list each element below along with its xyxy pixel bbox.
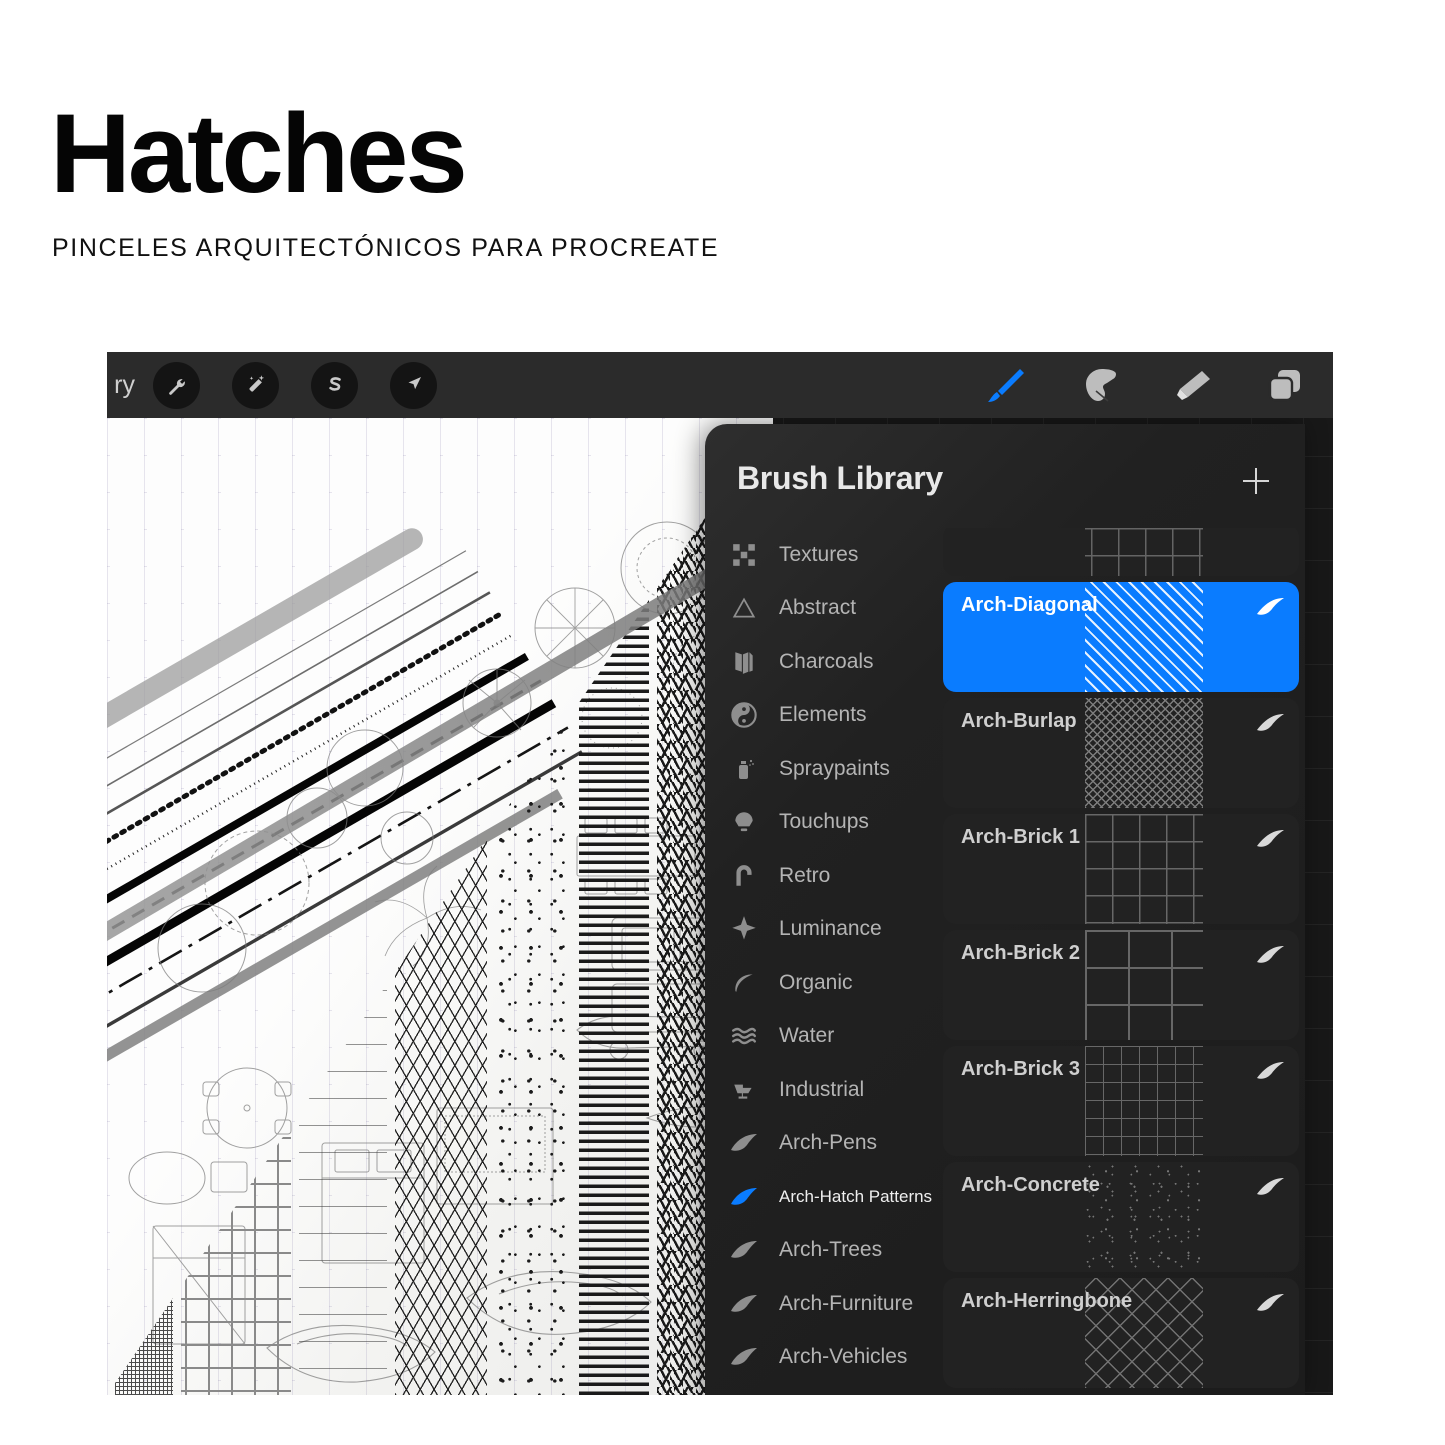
spraycan-icon bbox=[723, 754, 765, 784]
toolbar-left-group: ry bbox=[107, 352, 469, 418]
brush-row-arch-herringbone[interactable]: Arch-Herringbone bbox=[943, 1278, 1299, 1388]
sidebar-item-abstract[interactable]: Abstract bbox=[705, 582, 937, 636]
brush-thumbnail-diagonal bbox=[1085, 582, 1203, 692]
drawing-canvas[interactable] bbox=[107, 418, 773, 1395]
adjustments-wand-icon[interactable] bbox=[232, 361, 279, 409]
sidebar-item-label: Charcoals bbox=[779, 649, 874, 673]
procreate-screenshot: ry Brush Library Textures Abstract Charc… bbox=[107, 352, 1333, 1395]
brush-stroke-preview-icon bbox=[1255, 944, 1285, 966]
waves-icon bbox=[723, 1021, 765, 1051]
brush-row-arch-brick-1[interactable]: Arch-Brick 1 bbox=[943, 814, 1299, 924]
sidebar-item-label: Textures bbox=[779, 542, 859, 566]
brush-icon bbox=[723, 1182, 765, 1212]
charcoal-icon bbox=[723, 647, 765, 677]
sidebar-item-charcoals[interactable]: Charcoals bbox=[705, 635, 937, 689]
sidebar-item-water[interactable]: Water bbox=[705, 1010, 937, 1064]
add-brush-set-button[interactable] bbox=[1239, 464, 1273, 498]
brush-name-label: Arch-Brick 3 bbox=[961, 1058, 1080, 1080]
gallery-button[interactable]: ry bbox=[109, 371, 135, 400]
brush-name-label: Arch-Herringbone bbox=[961, 1290, 1133, 1312]
brush-thumbnail-brick3 bbox=[1085, 1046, 1203, 1156]
sidebar-item-luminance[interactable]: Luminance bbox=[705, 903, 937, 957]
brush-stroke-preview-icon bbox=[1255, 1292, 1285, 1314]
sidebar-item-label: Arch-Furniture bbox=[779, 1291, 914, 1315]
brush-thumbnail-grid bbox=[1085, 528, 1203, 576]
top-toolbar: ry bbox=[107, 352, 1333, 418]
brush-library-title: Brush Library bbox=[737, 460, 943, 496]
sidebar-item-label: Arch-Vehicles bbox=[779, 1345, 908, 1369]
page-title: Hatches bbox=[50, 91, 468, 216]
brush-stroke-preview-icon bbox=[1255, 828, 1285, 850]
touchup-icon bbox=[723, 807, 765, 837]
brush-thumbnail-burlap bbox=[1085, 698, 1203, 808]
smudge-icon[interactable] bbox=[1061, 365, 1133, 405]
sidebar-item-arch-hatch-patterns[interactable]: Arch-Hatch Patterns bbox=[705, 1170, 937, 1224]
brush-row-partial[interactable] bbox=[943, 528, 1299, 576]
brush-icon bbox=[723, 1289, 765, 1319]
brush-icon bbox=[723, 1235, 765, 1265]
sparkle-icon bbox=[723, 914, 765, 944]
brush-thumbnail-concrete bbox=[1085, 1162, 1203, 1272]
checker-icon bbox=[723, 540, 765, 570]
brush-thumbnail-brick2 bbox=[1085, 930, 1203, 1040]
selection-icon[interactable] bbox=[311, 361, 358, 409]
sidebar-item-retro[interactable]: Retro bbox=[705, 849, 937, 903]
leaf-icon bbox=[723, 968, 765, 998]
sidebar-item-label: Arch-Trees bbox=[779, 1238, 883, 1262]
brush-row-arch-concrete[interactable]: Arch-Concrete bbox=[943, 1162, 1299, 1272]
brush-row-arch-burlap[interactable]: Arch-Burlap bbox=[943, 698, 1299, 808]
page-subtitle: PINCELES ARQUITECTÓNICOS PARA PROCREATE bbox=[52, 234, 720, 262]
sidebar-item-arch-pens[interactable]: Arch-Pens bbox=[705, 1117, 937, 1171]
brush-library-panel: Brush Library Textures Abstract Charcoals E… bbox=[705, 424, 1305, 1395]
sidebar-item-organic[interactable]: Organic bbox=[705, 956, 937, 1010]
sidebar-item-label: Arch-Pens bbox=[779, 1131, 878, 1155]
yinyang-icon bbox=[723, 700, 765, 730]
transform-arrow-icon[interactable] bbox=[390, 361, 437, 409]
brush-name-label: Arch-Brick 1 bbox=[961, 826, 1080, 848]
sidebar-item-elements[interactable]: Elements bbox=[705, 689, 937, 743]
paintbrush-icon[interactable] bbox=[967, 365, 1039, 405]
sidebar-item-label: Luminance bbox=[779, 917, 882, 941]
brush-icon bbox=[723, 1342, 765, 1372]
sidebar-item-textures[interactable]: Textures bbox=[705, 528, 937, 582]
brush-category-sidebar[interactable]: Textures Abstract Charcoals Elements Spraypa… bbox=[705, 528, 937, 1395]
sidebar-item-arch-furniture[interactable]: Arch-Furniture bbox=[705, 1277, 937, 1331]
sidebar-item-label: Water bbox=[779, 1024, 835, 1048]
sidebar-item-arch-trees[interactable]: Arch-Trees bbox=[705, 1224, 937, 1278]
brush-name-label: Arch-Concrete bbox=[961, 1174, 1100, 1196]
brush-list[interactable]: Arch-Diagonal Arch-Burlap Arch-Brick 1 Arch… bbox=[937, 528, 1305, 1395]
sidebar-item-label: Retro bbox=[779, 863, 831, 887]
sidebar-item-label: Spraypaints bbox=[779, 756, 890, 780]
brush-row-arch-diagonal[interactable]: Arch-Diagonal bbox=[943, 582, 1299, 692]
sidebar-item-touchups[interactable]: Touchups bbox=[705, 796, 937, 850]
actions-wrench-icon[interactable] bbox=[153, 361, 200, 409]
layers-icon[interactable] bbox=[1249, 365, 1321, 405]
sidebar-item-spraypaints[interactable]: Spraypaints bbox=[705, 742, 937, 796]
sidebar-item-label: Industrial bbox=[779, 1077, 865, 1101]
sidebar-item-label: Touchups bbox=[779, 810, 869, 834]
brush-stroke-preview-icon bbox=[1255, 1060, 1285, 1082]
sidebar-item-label: Organic bbox=[779, 970, 853, 994]
sidebar-item-industrial[interactable]: Industrial bbox=[705, 1063, 937, 1117]
toolbar-right-group bbox=[945, 352, 1321, 418]
brush-stroke-preview-icon bbox=[1255, 1176, 1285, 1198]
brush-icon bbox=[723, 1128, 765, 1158]
brush-thumbnail-brick1 bbox=[1085, 814, 1203, 924]
brush-name-label: Arch-Diagonal bbox=[961, 594, 1098, 616]
brush-name-label: Arch-Burlap bbox=[961, 710, 1077, 732]
retro-icon bbox=[723, 861, 765, 891]
brush-name-label: Arch-Brick 2 bbox=[961, 942, 1080, 964]
sidebar-item-label: Elements bbox=[779, 703, 867, 727]
sidebar-item-arch-vehicles[interactable]: Arch-Vehicles bbox=[705, 1331, 937, 1385]
anvil-icon bbox=[723, 1075, 765, 1105]
brush-row-arch-brick-3[interactable]: Arch-Brick 3 bbox=[943, 1046, 1299, 1156]
eraser-icon[interactable] bbox=[1155, 365, 1227, 405]
brush-row-arch-brick-2[interactable]: Arch-Brick 2 bbox=[943, 930, 1299, 1040]
sidebar-item-label: Abstract bbox=[779, 596, 857, 620]
triangle-icon bbox=[723, 593, 765, 623]
brush-stroke-preview-icon bbox=[1255, 712, 1285, 734]
sidebar-item-label: Arch-Hatch Patterns bbox=[779, 1186, 933, 1206]
brush-stroke-preview-icon bbox=[1255, 596, 1285, 618]
